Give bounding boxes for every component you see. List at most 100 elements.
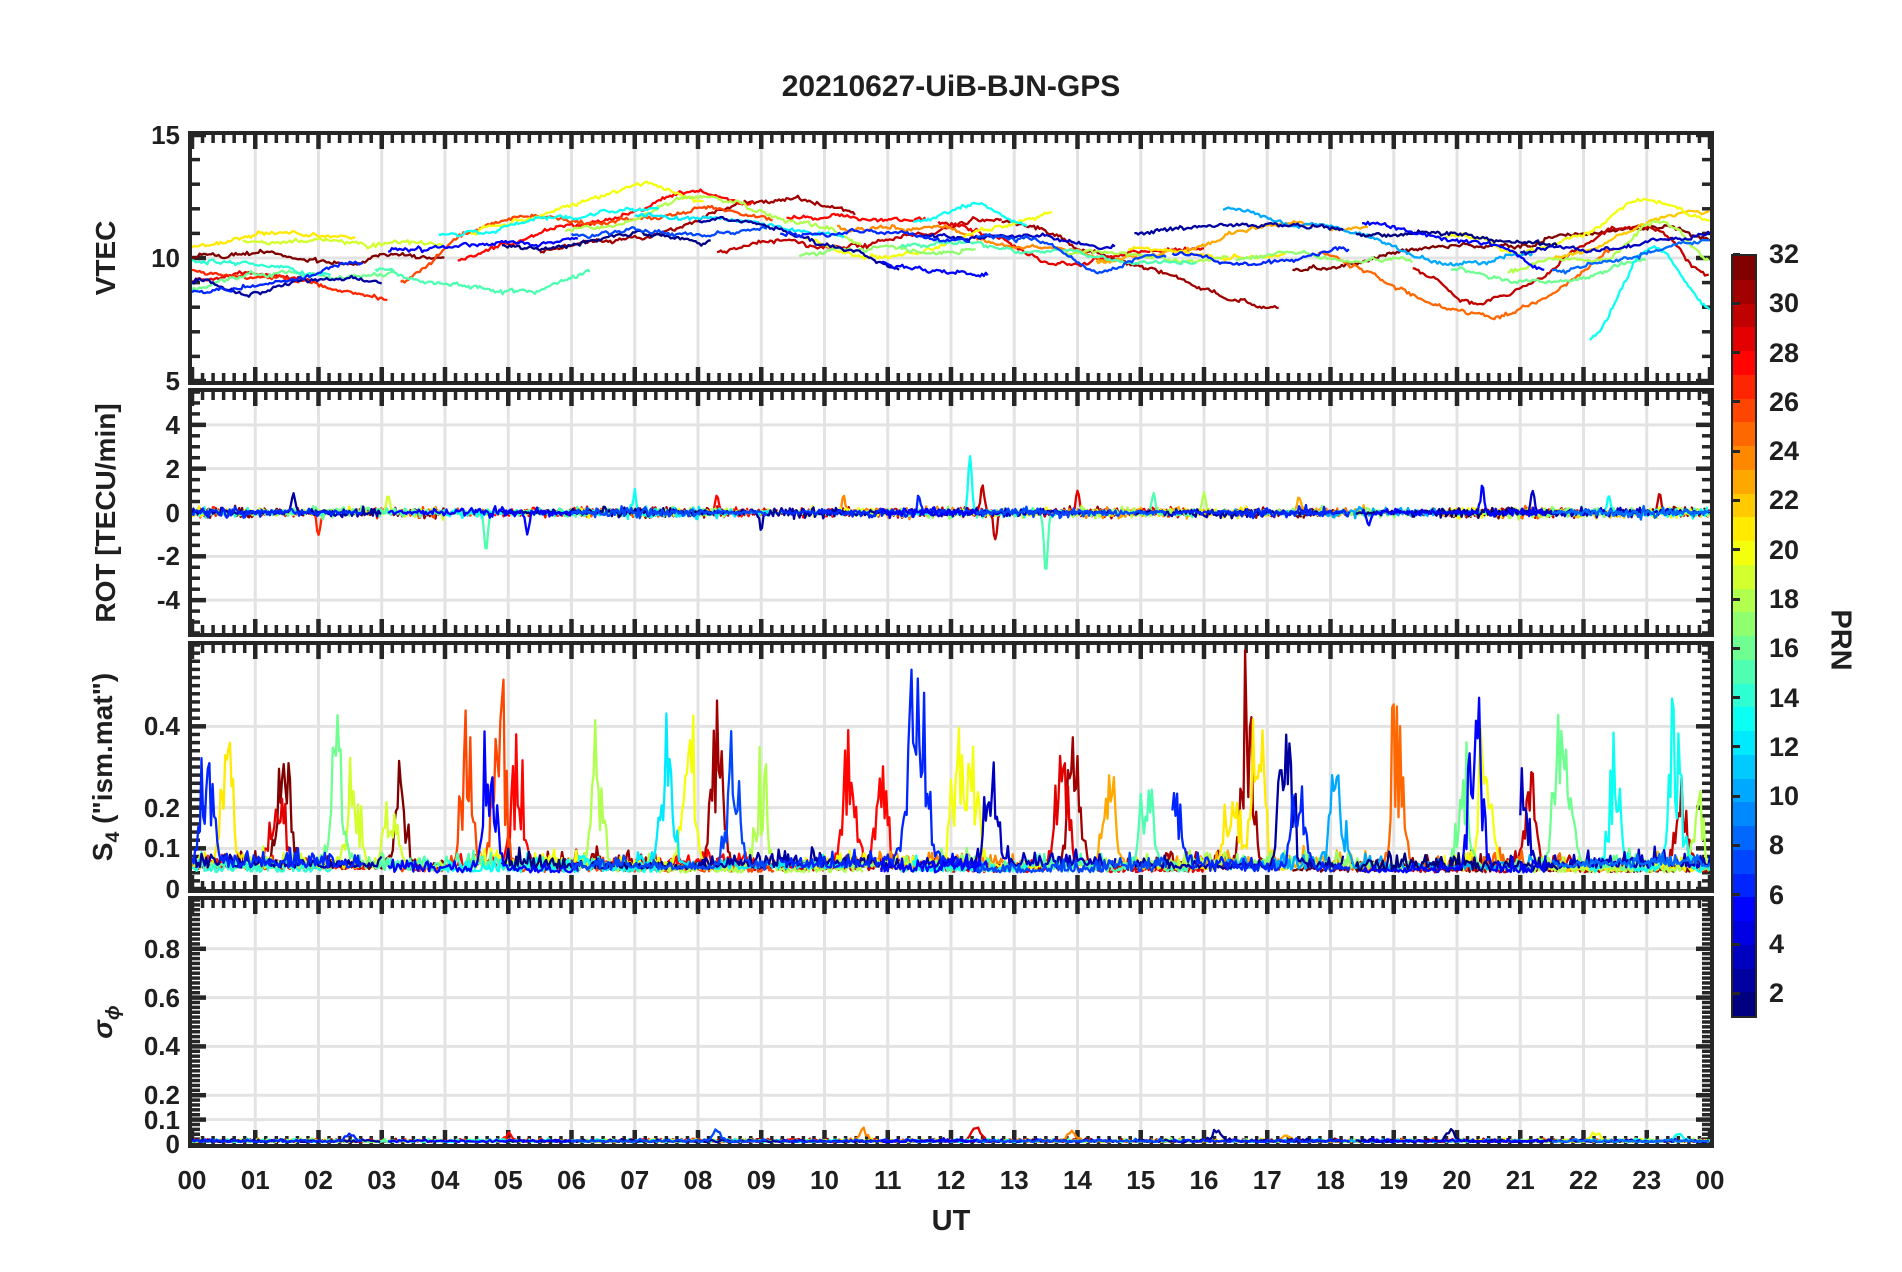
x-tick-label: 20 xyxy=(1442,1165,1472,1195)
y-tick-label-vtec: 5 xyxy=(165,366,180,396)
x-tick-label: 14 xyxy=(1063,1165,1092,1195)
colorbar-tick xyxy=(1733,843,1740,847)
colorbar-tick-label: 22 xyxy=(1769,485,1800,516)
series-prn-5 xyxy=(387,730,579,874)
colorbar-tick xyxy=(1733,597,1740,601)
series-prn-13 xyxy=(1589,697,1710,874)
y-tick-label-sigma_phi: 0.2 xyxy=(143,1080,180,1111)
x-tick-label: 22 xyxy=(1569,1165,1598,1195)
colorbar-tick xyxy=(1733,646,1740,650)
x-tick-label: 00 xyxy=(1695,1165,1725,1195)
series-prn-21 xyxy=(192,229,356,249)
series-prn-19 xyxy=(241,756,447,870)
colorbar-segment-prn-13 xyxy=(1733,707,1755,731)
colorbar-segment-prn-7 xyxy=(1733,849,1755,874)
colorbar-tick-label: 4 xyxy=(1769,929,1785,960)
colorbar-tick xyxy=(1733,942,1740,946)
colorbar-segment-prn-28 xyxy=(1733,351,1755,375)
colorbar-segment-prn-1 xyxy=(1733,992,1755,1016)
x-tick-label: 03 xyxy=(367,1165,397,1195)
figure: 20210627-UiB-BJN-GPS 5 10 15 VTEC -4 -2 0 2 4 ROT… xyxy=(0,0,1902,1272)
colorbar-segment-prn-11 xyxy=(1733,754,1755,779)
y-axis-label-s4: S4 ("ism.mat") xyxy=(87,672,124,862)
x-tick-label: 00 xyxy=(177,1165,207,1195)
colorbar-segment-prn-17 xyxy=(1733,612,1755,636)
x-tick-label: 07 xyxy=(620,1165,650,1195)
y-tick-label-sigma_phi: 0.8 xyxy=(143,933,180,964)
colorbar-tick xyxy=(1733,893,1740,897)
series-prn-16 xyxy=(1450,257,1647,285)
colorbar-tick-label: 2 xyxy=(1769,978,1785,1009)
x-tick-label: 15 xyxy=(1126,1165,1156,1195)
x-tick-label: 18 xyxy=(1316,1165,1345,1195)
colorbar-tick xyxy=(1733,991,1740,995)
series-prn-28 xyxy=(786,212,927,223)
colorbar-tick xyxy=(1733,400,1740,404)
y-tick-label-vtec: 15 xyxy=(151,120,180,150)
panel-vtec xyxy=(188,131,1714,385)
colorbar-tick-label: 8 xyxy=(1769,830,1785,861)
x-tick-label: 17 xyxy=(1252,1165,1282,1195)
colorbar xyxy=(1731,254,1757,1018)
colorbar-segment-prn-10 xyxy=(1733,778,1755,803)
y-tick-label-s4: 0 xyxy=(165,874,180,904)
colorbar-tick-label: 32 xyxy=(1769,239,1800,269)
colorbar-tick-label: 30 xyxy=(1769,288,1800,319)
colorbar-tick-label: 26 xyxy=(1769,386,1800,417)
colorbar-segment-prn-15 xyxy=(1733,659,1755,684)
series-prn-19 xyxy=(242,237,444,250)
colorbar-tick xyxy=(1733,301,1740,305)
colorbar-segment-prn-30 xyxy=(1733,303,1755,328)
colorbar-tick xyxy=(1733,696,1740,700)
colorbar-tick-label: 14 xyxy=(1769,682,1800,713)
x-tick-label: 09 xyxy=(746,1165,776,1195)
y-axis-label-vtec: VTEC xyxy=(90,220,121,296)
colorbar-segment-prn-9 xyxy=(1733,802,1755,826)
series-prn-2 xyxy=(1134,222,1344,236)
x-tick-label: 16 xyxy=(1189,1165,1219,1195)
x-tick-label: 19 xyxy=(1379,1165,1409,1195)
colorbar-segment-prn-2 xyxy=(1733,968,1755,993)
colorbar-segment-prn-22 xyxy=(1733,493,1755,518)
colorbar-tick xyxy=(1733,351,1740,355)
colorbar-tick-label: 28 xyxy=(1769,337,1800,368)
x-axis-label: UT xyxy=(931,1205,971,1237)
colorbar-tick xyxy=(1733,449,1740,453)
series-prn-5 xyxy=(1361,484,1546,527)
colorbar-tick xyxy=(1733,794,1740,798)
x-tick-label: 01 xyxy=(240,1165,270,1195)
colorbar-tick xyxy=(1733,498,1740,502)
panel-rot xyxy=(188,388,1714,637)
colorbar-tick-label: 20 xyxy=(1769,534,1800,565)
colorbar-segment-prn-27 xyxy=(1733,374,1755,399)
x-tick-label: 21 xyxy=(1505,1165,1535,1195)
panel-sigma_phi xyxy=(188,896,1714,1148)
colorbar-tick-label: 12 xyxy=(1769,731,1800,762)
y-axis-label-rot: ROT [TECU/min] xyxy=(90,402,121,623)
colorbar-segment-prn-25 xyxy=(1733,422,1755,446)
colorbar-segment-prn-12 xyxy=(1733,731,1755,755)
x-tick-label: 23 xyxy=(1632,1165,1662,1195)
panel-s4 xyxy=(188,641,1714,893)
colorbar-tick xyxy=(1733,745,1740,749)
colorbar-tick-label: 10 xyxy=(1769,781,1800,812)
colorbar-tick-label: 6 xyxy=(1769,879,1785,910)
colorbar-segment-prn-20 xyxy=(1733,541,1755,565)
colorbar-segment-prn-29 xyxy=(1733,327,1755,351)
colorbar-segment-prn-4 xyxy=(1733,921,1755,945)
colorbar-segment-prn-19 xyxy=(1733,564,1755,589)
x-tick-label: 02 xyxy=(304,1165,333,1195)
colorbar-segment-prn-32 xyxy=(1733,256,1755,280)
colorbar-segment-prn-3 xyxy=(1733,944,1755,969)
x-tick-label: 13 xyxy=(999,1165,1029,1195)
x-tick-label: 08 xyxy=(683,1165,713,1195)
colorbar-tick xyxy=(1733,252,1740,256)
chart-title: 20210627-UiB-BJN-GPS xyxy=(781,70,1121,103)
x-tick-label: 11 xyxy=(874,1165,902,1195)
y-axis-label-sigma_phi: σϕ xyxy=(87,1005,124,1039)
x-tick-label: 10 xyxy=(810,1165,839,1195)
colorbar-tick xyxy=(1733,548,1740,552)
colorbar-tick-label: 24 xyxy=(1769,436,1800,467)
x-tick-label: 06 xyxy=(557,1165,586,1195)
x-tick-label: 05 xyxy=(493,1165,523,1195)
